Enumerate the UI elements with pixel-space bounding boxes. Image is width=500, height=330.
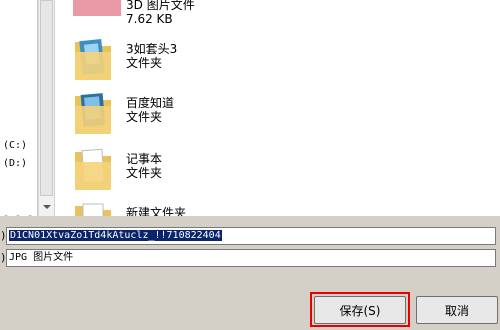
item-type: 7.62 KB [126,12,173,26]
cancel-button[interactable]: 取消 [416,296,498,324]
filetype-value: JPG 图片文件 [9,252,74,263]
image-thumbnail-icon [73,0,121,16]
item-name: 3如套头3 [126,42,178,56]
folder-icon [75,93,111,134]
item-type: 文件夹 [126,110,163,124]
item-name: 百度知道 [126,96,175,110]
folder-icon [75,38,111,80]
scrollbar-thumb[interactable] [40,0,53,196]
list-item[interactable]: 3D 图片文件 7.62 KB [73,0,493,32]
list-item[interactable]: 记事本 文件夹 [73,144,493,200]
navigation-scrollbar[interactable] [38,0,54,216]
item-name: 新建文件夹 [126,206,187,216]
filename-value: D1CN01XtvaZo1Td4kAtuclz_!!710822404 [9,230,222,241]
chevron-down-icon [42,205,51,209]
folder-icon [75,148,111,190]
filetype-select[interactable]: JPG 图片文件 [6,249,496,267]
list-item[interactable]: 3如套头3 文件夹 [73,34,493,90]
item-type: 文件夹 [126,56,163,70]
list-item[interactable]: 新建文件夹 文件夹 [73,198,493,216]
file-list[interactable]: 3D 图片文件 7.62 KB 3如套头3 文件夹 百度知道 文件夹 记事本 文… [55,0,500,216]
item-type: 文件夹 [126,166,163,180]
filename-field[interactable]: D1CN01XtvaZo1Td4kAtuclz_!!710822404 [6,227,496,245]
item-name: 3D 图片文件 [126,0,195,12]
drive-c[interactable]: (C:) [3,140,27,152]
list-item[interactable]: 百度知道 文件夹 [73,88,493,144]
folder-icon [75,203,111,216]
drive-d[interactable]: (D:) [3,158,27,170]
scroll-down-button[interactable] [39,199,54,215]
navigation-pane[interactable]: (C:) (D:) - - - - - [0,0,38,216]
save-button-highlight [310,292,410,327]
item-name: 记事本 [126,152,163,166]
